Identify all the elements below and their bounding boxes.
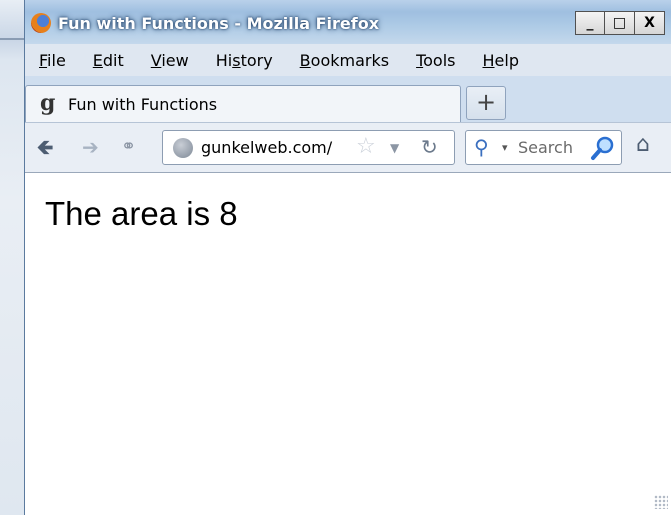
- menu-bookmarks[interactable]: Bookmarks: [286, 51, 402, 70]
- url-bar[interactable]: gunkelweb.com/ ☆ ▼ ↻: [162, 130, 455, 165]
- menu-help-label: elp: [494, 50, 519, 70]
- maximize-icon: □: [612, 15, 627, 31]
- search-input[interactable]: Search: [518, 138, 588, 157]
- menu-history-label: tory: [240, 50, 273, 70]
- dropdown-arrow-icon[interactable]: ▼: [390, 137, 399, 159]
- forward-arrow-icon[interactable]: ➔: [82, 135, 99, 159]
- menu-bookmarks-label: ookmarks: [310, 50, 390, 70]
- back-arrow-icon[interactable]: 🡸: [37, 135, 53, 159]
- magnifier-icon[interactable]: [590, 135, 616, 161]
- new-tab-button[interactable]: +: [466, 86, 506, 120]
- home-icon[interactable]: ⌂: [636, 132, 650, 158]
- tab-strip: g Fun with Functions +: [25, 76, 671, 122]
- reload-icon[interactable]: ↻: [421, 135, 438, 159]
- browser-window: Fun with Functions - Mozilla Firefox _ □…: [24, 0, 671, 515]
- window-controls: _ □ X: [575, 11, 665, 35]
- menu-file-label: ile: [47, 50, 66, 70]
- resize-grip-icon[interactable]: [654, 495, 668, 509]
- engine-dropdown-icon[interactable]: ▾: [502, 139, 508, 157]
- menu-tools[interactable]: Tools: [402, 51, 468, 70]
- page-text: The area is 8: [45, 195, 238, 232]
- bookmark-star-icon[interactable]: ☆: [356, 134, 376, 160]
- maximize-button[interactable]: □: [605, 11, 635, 35]
- window-title: Fun with Functions - Mozilla Firefox: [58, 14, 380, 33]
- search-bar[interactable]: ⚲ ▾ Search: [465, 130, 622, 165]
- title-bar[interactable]: Fun with Functions - Mozilla Firefox _ □…: [25, 0, 671, 44]
- minimize-icon: _: [586, 15, 594, 31]
- tab-label: Fun with Functions: [68, 95, 218, 114]
- site-favicon-icon: g: [40, 90, 56, 116]
- menu-history-prefix: Hi: [215, 50, 233, 70]
- search-engine-icon[interactable]: ⚲: [474, 135, 489, 159]
- firefox-logo-icon: [31, 13, 51, 33]
- menu-view[interactable]: View: [137, 51, 202, 70]
- minimize-button[interactable]: _: [575, 11, 605, 35]
- menu-history[interactable]: History: [202, 51, 286, 70]
- menu-edit[interactable]: Edit: [79, 51, 137, 70]
- menu-file[interactable]: File: [25, 51, 79, 70]
- menu-bookmarks-accel: B: [299, 50, 311, 70]
- menu-help-accel: H: [482, 50, 495, 70]
- url-text: gunkelweb.com/: [201, 138, 333, 157]
- share-icon[interactable]: ⚭: [121, 135, 136, 159]
- page-content: The area is 8: [25, 172, 671, 515]
- menu-edit-label: dit: [102, 50, 124, 70]
- menu-bar: File Edit View History Bookmarks Tools H…: [25, 44, 671, 76]
- menu-tools-label: ools: [423, 50, 456, 70]
- desktop-background: [0, 0, 24, 515]
- menu-view-label: iew: [161, 50, 189, 70]
- menu-file-accel: F: [39, 50, 48, 70]
- globe-icon: [173, 138, 193, 158]
- menu-view-accel: V: [150, 50, 162, 70]
- tab-fun-with-functions[interactable]: g Fun with Functions: [25, 85, 461, 122]
- menu-history-accel: s: [232, 50, 241, 70]
- close-button[interactable]: X: [635, 11, 665, 35]
- menu-help[interactable]: Help: [469, 51, 532, 70]
- close-icon: X: [644, 15, 655, 31]
- menu-edit-accel: E: [92, 50, 103, 70]
- navigation-toolbar: 🡸 ➔ ⚭ gunkelweb.com/ ☆ ▼ ↻ ⚲ ▾ Search ⌂: [25, 122, 671, 172]
